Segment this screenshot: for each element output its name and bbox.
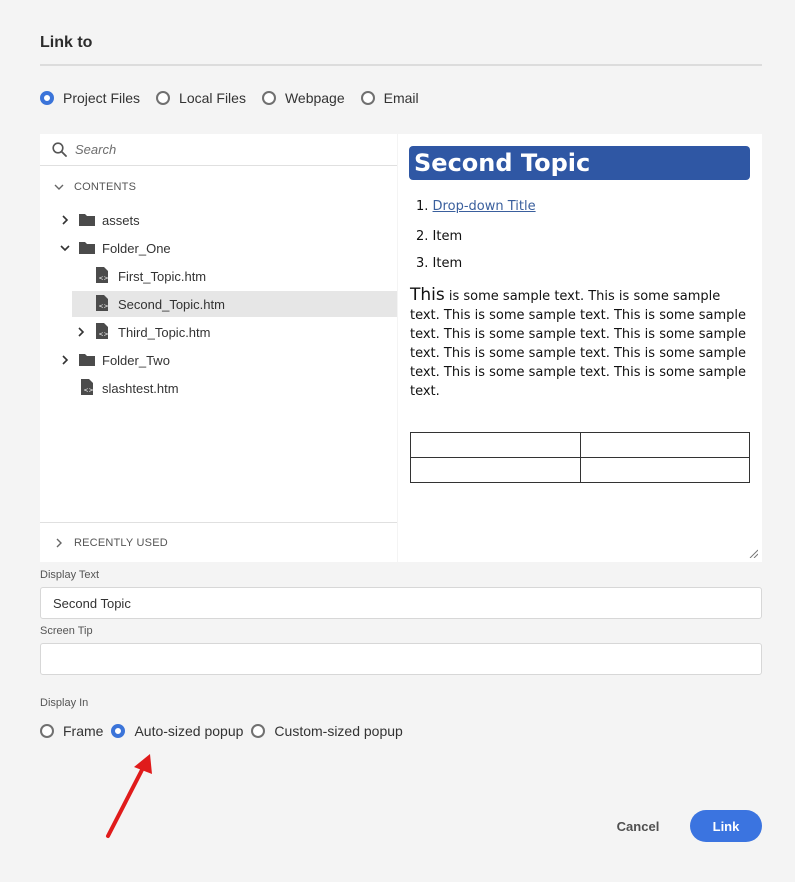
chevron-right-icon[interactable] — [60, 355, 70, 365]
radio-local-files[interactable]: Local Files — [156, 90, 246, 106]
contents-label: CONTENTS — [74, 181, 137, 193]
divider — [40, 522, 397, 523]
preview-list-item: 3. Item — [416, 256, 462, 271]
preview-list-item: 1. Drop-down Title — [416, 199, 536, 214]
preview-dropdown-link[interactable]: Drop-down Title — [433, 199, 536, 214]
preview-title: Second Topic — [409, 146, 750, 180]
radio-auto-sized-popup[interactable]: Auto-sized popup — [111, 723, 243, 739]
contents-section-header[interactable]: CONTENTS — [54, 181, 136, 193]
folder-icon — [79, 242, 95, 254]
paragraph-text: is some sample text. This is some sample… — [410, 289, 746, 399]
radio-dot — [40, 724, 54, 738]
tree-item-second-topic[interactable]: <> Second_Topic.htm — [72, 291, 397, 317]
list-number: 1. — [416, 199, 429, 214]
tree-item-slashtest[interactable]: <> slashtest.htm — [40, 375, 397, 401]
cancel-button[interactable]: Cancel — [606, 810, 670, 842]
tree-item-label: Second_Topic.htm — [118, 297, 225, 312]
radio-project-files[interactable]: Project Files — [40, 90, 140, 106]
link-button[interactable]: Link — [690, 810, 762, 842]
tree-item-label: slashtest.htm — [102, 381, 179, 396]
radio-dot — [261, 91, 276, 105]
recently-used-section-header[interactable]: RECENTLY USED — [54, 537, 168, 549]
file-browser-panel: CONTENTS assets Folder_One <> First_Topi… — [40, 134, 397, 562]
topic-preview-pane[interactable]: Second Topic 1. Drop-down Title 2. Item … — [398, 134, 762, 562]
display-text-label: Display Text — [40, 569, 100, 581]
tree-item-label: Folder_Two — [102, 353, 170, 368]
folder-icon — [79, 354, 95, 366]
tree-item-assets[interactable]: assets — [40, 207, 397, 233]
list-text: Item — [432, 229, 463, 244]
tree-item-folder-two[interactable]: Folder_Two — [40, 347, 397, 373]
preview-list-item: 2. Item — [416, 229, 462, 244]
table-row — [410, 432, 750, 458]
resize-grip-icon[interactable] — [748, 548, 758, 558]
tree-item-label: Third_Topic.htm — [118, 325, 211, 340]
display-text-input[interactable] — [40, 587, 762, 619]
link-type-group: Project Files Local Files Webpage Email — [40, 90, 435, 106]
annotation-arrow-icon — [106, 754, 152, 838]
radio-label: Auto-sized popup — [134, 723, 244, 739]
radio-label: Frame — [63, 723, 104, 739]
radio-label: Custom-sized popup — [274, 723, 403, 739]
svg-text:<>: <> — [99, 303, 109, 310]
html-file-icon: <> — [96, 323, 108, 339]
display-in-label: Display In — [40, 697, 89, 709]
tree-item-folder-one[interactable]: Folder_One — [40, 235, 397, 261]
radio-webpage[interactable]: Webpage — [261, 90, 345, 106]
radio-label: Project Files — [63, 90, 141, 106]
folder-icon — [79, 214, 95, 226]
table-cell — [579, 457, 750, 483]
tree-item-third-topic[interactable]: <> Third_Topic.htm — [40, 319, 397, 345]
table-cell — [410, 432, 581, 458]
svg-text:<>: <> — [99, 331, 109, 338]
html-file-icon: <> — [81, 379, 93, 395]
search-input[interactable] — [75, 142, 355, 157]
radio-frame[interactable]: Frame — [40, 723, 103, 739]
radio-email[interactable]: Email — [360, 90, 419, 106]
screen-tip-label: Screen Tip — [40, 625, 93, 637]
chevron-right-icon — [56, 538, 62, 548]
tree-item-label: Folder_One — [102, 241, 171, 256]
chevron-down-icon — [54, 184, 64, 190]
dialog-title: Link to — [40, 34, 93, 51]
screen-tip-input[interactable] — [40, 643, 762, 675]
search-bar — [40, 134, 397, 166]
radio-dot — [40, 91, 54, 105]
list-text: Item — [432, 256, 463, 271]
radio-custom-sized-popup[interactable]: Custom-sized popup — [251, 723, 403, 739]
title-divider — [40, 64, 762, 66]
chevron-down-icon[interactable] — [60, 243, 70, 253]
html-file-icon: <> — [96, 267, 108, 283]
radio-label: Local Files — [179, 90, 246, 106]
list-number: 2. — [416, 229, 429, 244]
html-file-icon: <> — [96, 295, 108, 311]
paragraph-first-word: This — [410, 285, 445, 305]
tree-item-first-topic[interactable]: <> First_Topic.htm — [72, 263, 397, 289]
recently-used-label: RECENTLY USED — [74, 537, 168, 549]
table-cell — [410, 457, 581, 483]
list-number: 3. — [416, 256, 429, 271]
tree-item-label: First_Topic.htm — [118, 269, 207, 284]
radio-label: Webpage — [284, 90, 345, 106]
radio-dot — [360, 91, 375, 105]
radio-dot — [251, 724, 266, 738]
table-row — [410, 457, 750, 483]
radio-label: Email — [383, 90, 419, 106]
svg-text:<>: <> — [99, 275, 109, 282]
chevron-right-icon[interactable] — [76, 327, 86, 337]
radio-dot — [111, 724, 126, 738]
svg-text:<>: <> — [84, 387, 94, 394]
preview-paragraph: This is some sample text. This is some s… — [410, 286, 752, 401]
tree-item-label: assets — [102, 213, 140, 228]
chevron-right-icon[interactable] — [60, 215, 70, 225]
preview-table — [410, 432, 750, 483]
display-in-group: Frame Auto-sized popup Custom-sized popu… — [40, 723, 419, 739]
table-cell — [579, 432, 750, 458]
search-icon — [52, 142, 67, 157]
radio-dot — [156, 91, 171, 105]
